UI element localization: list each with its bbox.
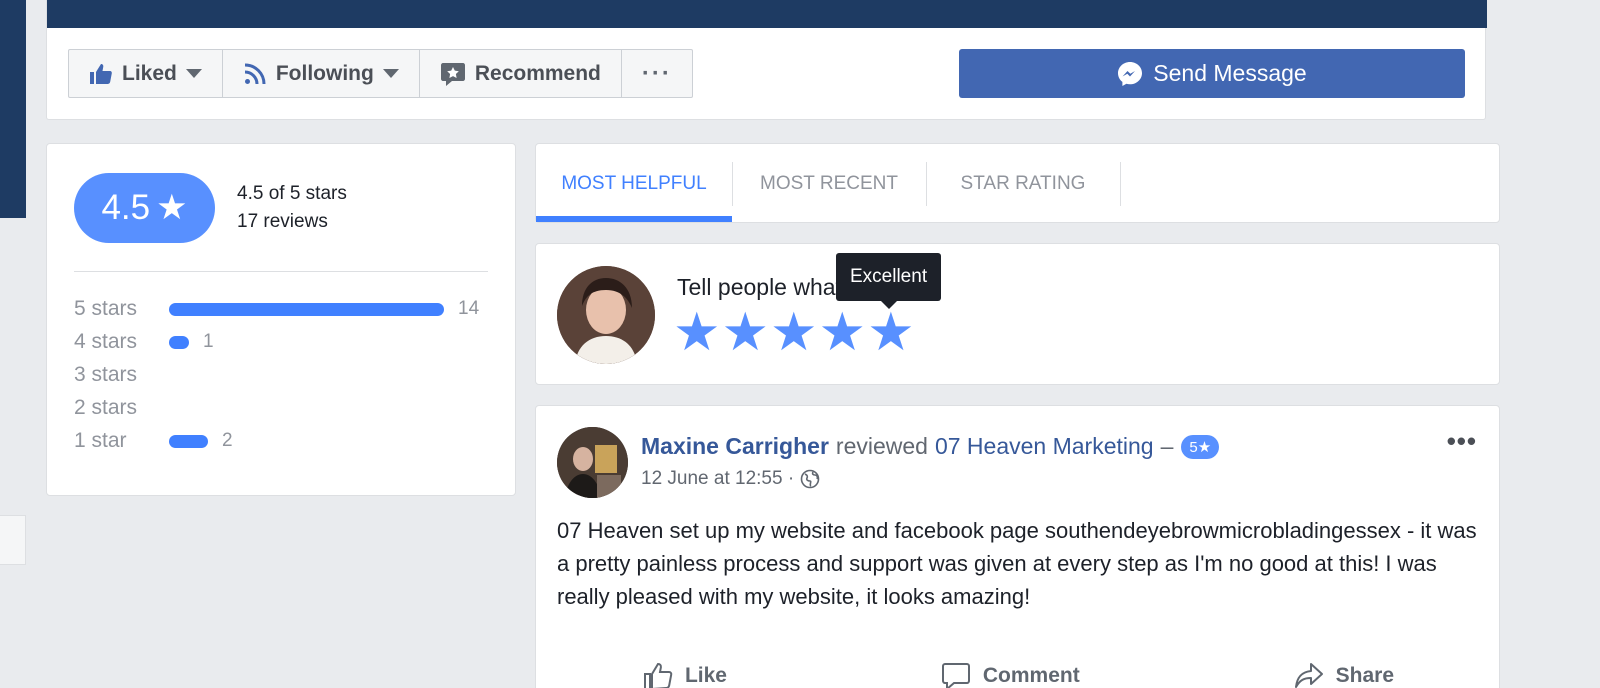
star-icon[interactable]: ★: [819, 306, 867, 359]
thumbs-up-icon: [643, 662, 673, 688]
thumbs-up-icon: [90, 63, 112, 84]
star-rating-input[interactable]: ★ ★ ★ ★ ★: [673, 306, 916, 359]
tab-label: STAR RATING: [960, 173, 1086, 194]
page-name-link[interactable]: 07 Heaven Marketing: [935, 433, 1154, 460]
rating-summary-card: 4.5 ★ 4.5 of 5 stars 17 reviews 5 stars …: [46, 143, 516, 496]
liked-label: Liked: [122, 61, 177, 85]
star-breakdown-label: 1 star: [74, 429, 127, 452]
share-button[interactable]: Share: [1294, 661, 1394, 688]
review-meta: 12 June at 12:55 ·: [641, 468, 820, 490]
star-breakdown-count: 2: [222, 430, 233, 451]
star-breakdown-bar: [169, 434, 208, 448]
star-breakdown-row[interactable]: 1 star 2: [74, 426, 233, 456]
review-dash: –: [1160, 433, 1174, 459]
star-breakdown-row[interactable]: 2 stars: [74, 393, 183, 423]
star-breakdown-bar: [169, 335, 189, 349]
reviewer-name-link[interactable]: Maxine Carrigher: [641, 433, 829, 460]
chevron-down-icon: [185, 69, 202, 78]
like-label: Like: [684, 664, 727, 687]
recommend-button[interactable]: Recommend: [420, 50, 622, 97]
review-date-link[interactable]: 12 June at 12:55 ·: [641, 468, 794, 490]
left-column-stub: [0, 515, 26, 565]
avatar[interactable]: [557, 427, 628, 498]
star-breakdown-row[interactable]: 3 stars: [74, 360, 183, 390]
rating-badge: 5★: [1181, 434, 1220, 459]
rss-feed-icon: [244, 63, 266, 84]
review-header: Maxine Carrigher reviewed 07 Heaven Mark…: [641, 433, 1220, 460]
star-breakdown-label: 4 stars: [74, 330, 138, 353]
left-column-strip: [0, 0, 26, 218]
star-icon: ★: [156, 188, 188, 227]
following-button[interactable]: Following: [223, 50, 420, 97]
star-breakdown-bar: [169, 302, 444, 316]
star-breakdown-row[interactable]: 4 stars 1: [74, 327, 214, 357]
star-breakdown-count: 1: [203, 331, 214, 352]
page-header: Liked Following Recommend ··· Send Messa…: [46, 0, 1487, 120]
share-label: Share: [1335, 664, 1395, 687]
rating-of-stars: 4.5 of 5 stars: [237, 183, 347, 204]
rating-score-pill: 4.5 ★: [74, 173, 215, 243]
messenger-icon: [1118, 61, 1143, 86]
following-label: Following: [275, 61, 374, 85]
review-post: Maxine Carrigher reviewed 07 Heaven Mark…: [535, 405, 1500, 688]
tab-label: MOST HELPFUL: [561, 173, 707, 194]
star-tooltip: Excellent: [836, 253, 942, 309]
recommend-label: Recommend: [474, 61, 601, 85]
comment-button[interactable]: Comment: [941, 661, 1080, 688]
rating-score: 4.5: [101, 188, 151, 227]
review-sort-tabs: MOST HELPFUL MOST RECENT STAR RATING: [535, 143, 1500, 223]
write-review-card: Tell people what you think ★ ★ ★ ★ ★ Exc…: [535, 243, 1500, 385]
recommend-icon: [440, 62, 465, 86]
tab-label: MOST RECENT: [760, 173, 898, 194]
page-action-group: Liked Following Recommend ···: [68, 49, 693, 98]
divider: [74, 271, 488, 272]
star-icon[interactable]: ★: [722, 306, 770, 359]
post-actions: Like Comment Share: [536, 661, 1501, 688]
rating-review-count: 17 reviews: [237, 211, 328, 232]
star-breakdown-label: 3 stars: [74, 363, 138, 386]
review-verb: reviewed: [835, 433, 928, 459]
rating-summary-text: 4.5 of 5 stars 17 reviews: [237, 180, 347, 236]
share-icon: [1294, 663, 1323, 688]
avatar: [557, 266, 655, 364]
post-options-button[interactable]: •••: [1447, 426, 1477, 457]
active-tab-indicator: [536, 216, 732, 222]
liked-button[interactable]: Liked: [69, 50, 223, 97]
star-icon[interactable]: ★: [673, 306, 721, 359]
tab-most-helpful[interactable]: MOST HELPFUL: [536, 144, 732, 224]
globe-icon: [800, 469, 820, 489]
star-icon[interactable]: ★: [867, 306, 915, 359]
star-icon[interactable]: ★: [770, 306, 818, 359]
tab-star-rating[interactable]: STAR RATING: [926, 144, 1120, 224]
chevron-down-icon: [382, 69, 399, 78]
send-message-button[interactable]: Send Message: [959, 49, 1465, 98]
comment-icon: [941, 663, 970, 688]
cover-bar: [47, 0, 1487, 28]
comment-label: Comment: [982, 664, 1080, 687]
more-options-button[interactable]: ···: [622, 50, 692, 97]
star-breakdown-count: 14: [458, 298, 480, 319]
like-button[interactable]: Like: [643, 661, 727, 688]
send-message-label: Send Message: [1153, 60, 1307, 86]
tab-divider: [1120, 162, 1121, 206]
star-breakdown-label: 5 stars: [74, 297, 138, 320]
star-breakdown-row[interactable]: 5 stars 14: [74, 294, 479, 324]
star-breakdown-label: 2 stars: [74, 396, 138, 419]
tab-most-recent[interactable]: MOST RECENT: [732, 144, 926, 224]
review-text: 07 Heaven set up my website and facebook…: [557, 518, 1477, 609]
